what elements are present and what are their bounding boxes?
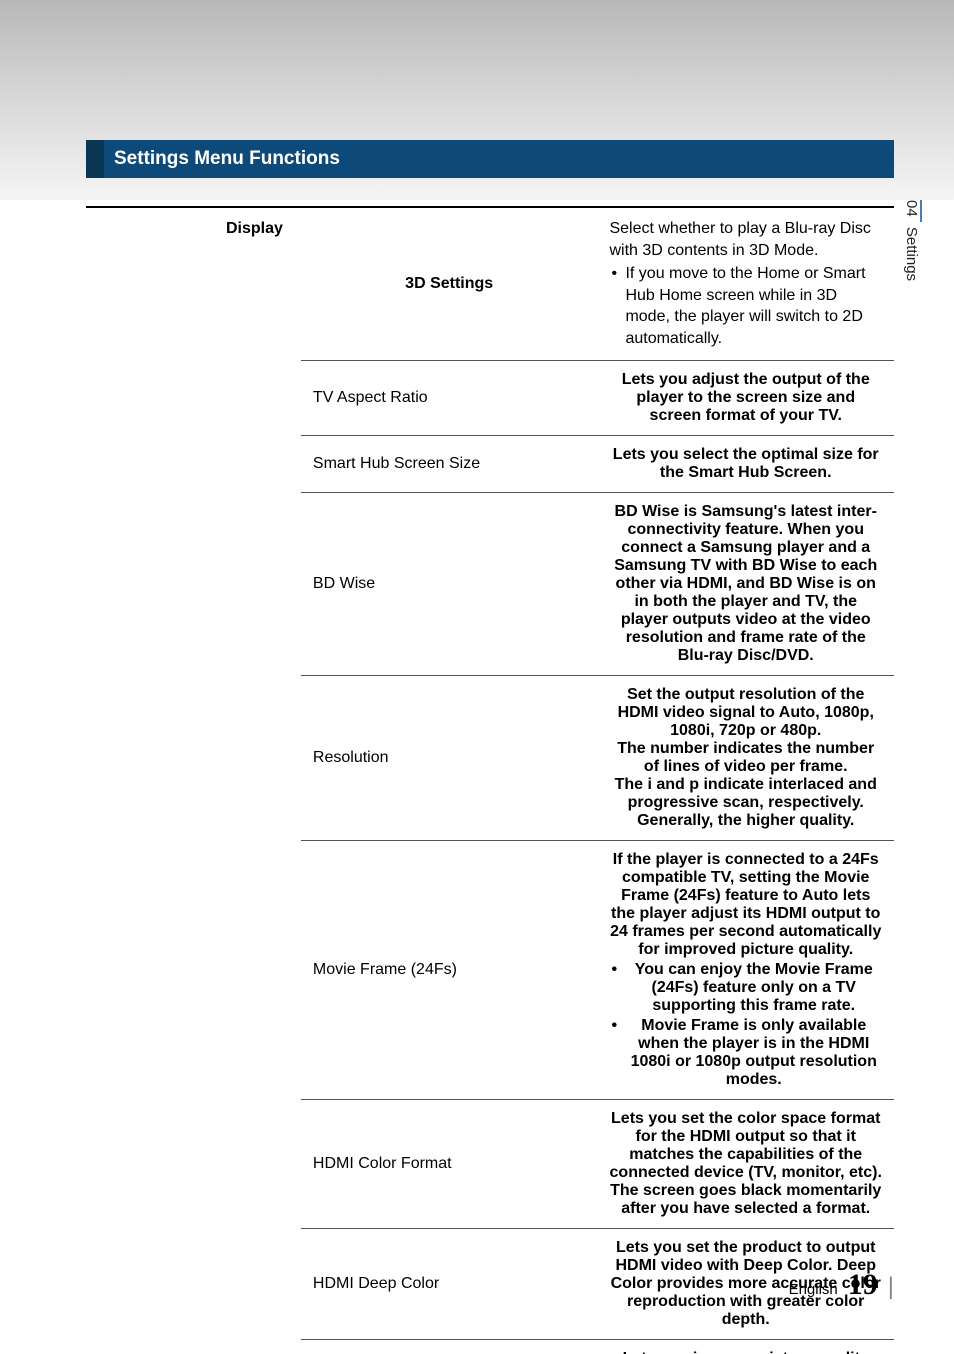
setting-name: Smart Hub Screen Size <box>301 435 598 492</box>
setting-desc: Lets you select the optimal size for the… <box>597 435 894 492</box>
setting-desc: BD Wise is Samsung's latest inter-connec… <box>597 492 894 675</box>
setting-desc: Lets you set the color space format for … <box>597 1099 894 1228</box>
bullet-item: If you move to the Home or Smart Hub Hom… <box>609 263 882 349</box>
page-footer: English 19 | <box>789 1268 894 1302</box>
setting-desc: Lets you adjust the output of the player… <box>597 360 894 435</box>
category-label: Display <box>86 207 301 1354</box>
table-row: Display 3D Settings Select whether to pl… <box>86 207 894 360</box>
page-number: 19 <box>848 1268 878 1302</box>
bullet-item: You can enjoy the Movie Frame (24Fs) fea… <box>609 961 882 1015</box>
section-header: Settings Menu Functions <box>86 140 894 178</box>
setting-name: 3D Settings <box>301 207 598 360</box>
setting-desc: If the player is connected to a 24Fs com… <box>597 840 894 1099</box>
section-title: Settings Menu Functions <box>104 148 340 170</box>
setting-name: Resolution <box>301 675 598 840</box>
footer-bar: | <box>888 1273 894 1301</box>
settings-table: Display 3D Settings Select whether to pl… <box>86 206 894 1354</box>
setting-name: HDMI Deep Color <box>301 1228 598 1339</box>
setting-desc: Lets you improve picture quality when vi… <box>597 1339 894 1354</box>
footer-language: English <box>789 1281 838 1298</box>
setting-name: TV Aspect Ratio <box>301 360 598 435</box>
setting-desc: Set the output resolution of the HDMI vi… <box>597 675 894 840</box>
setting-name: Progressive Mode <box>301 1339 598 1354</box>
bullet-item: Movie Frame is only available when the p… <box>609 1017 882 1089</box>
setting-name: BD Wise <box>301 492 598 675</box>
setting-name: Movie Frame (24Fs) <box>301 840 598 1099</box>
setting-desc: Select whether to play a Blu-ray Disc wi… <box>597 207 894 360</box>
setting-name: HDMI Color Format <box>301 1099 598 1228</box>
